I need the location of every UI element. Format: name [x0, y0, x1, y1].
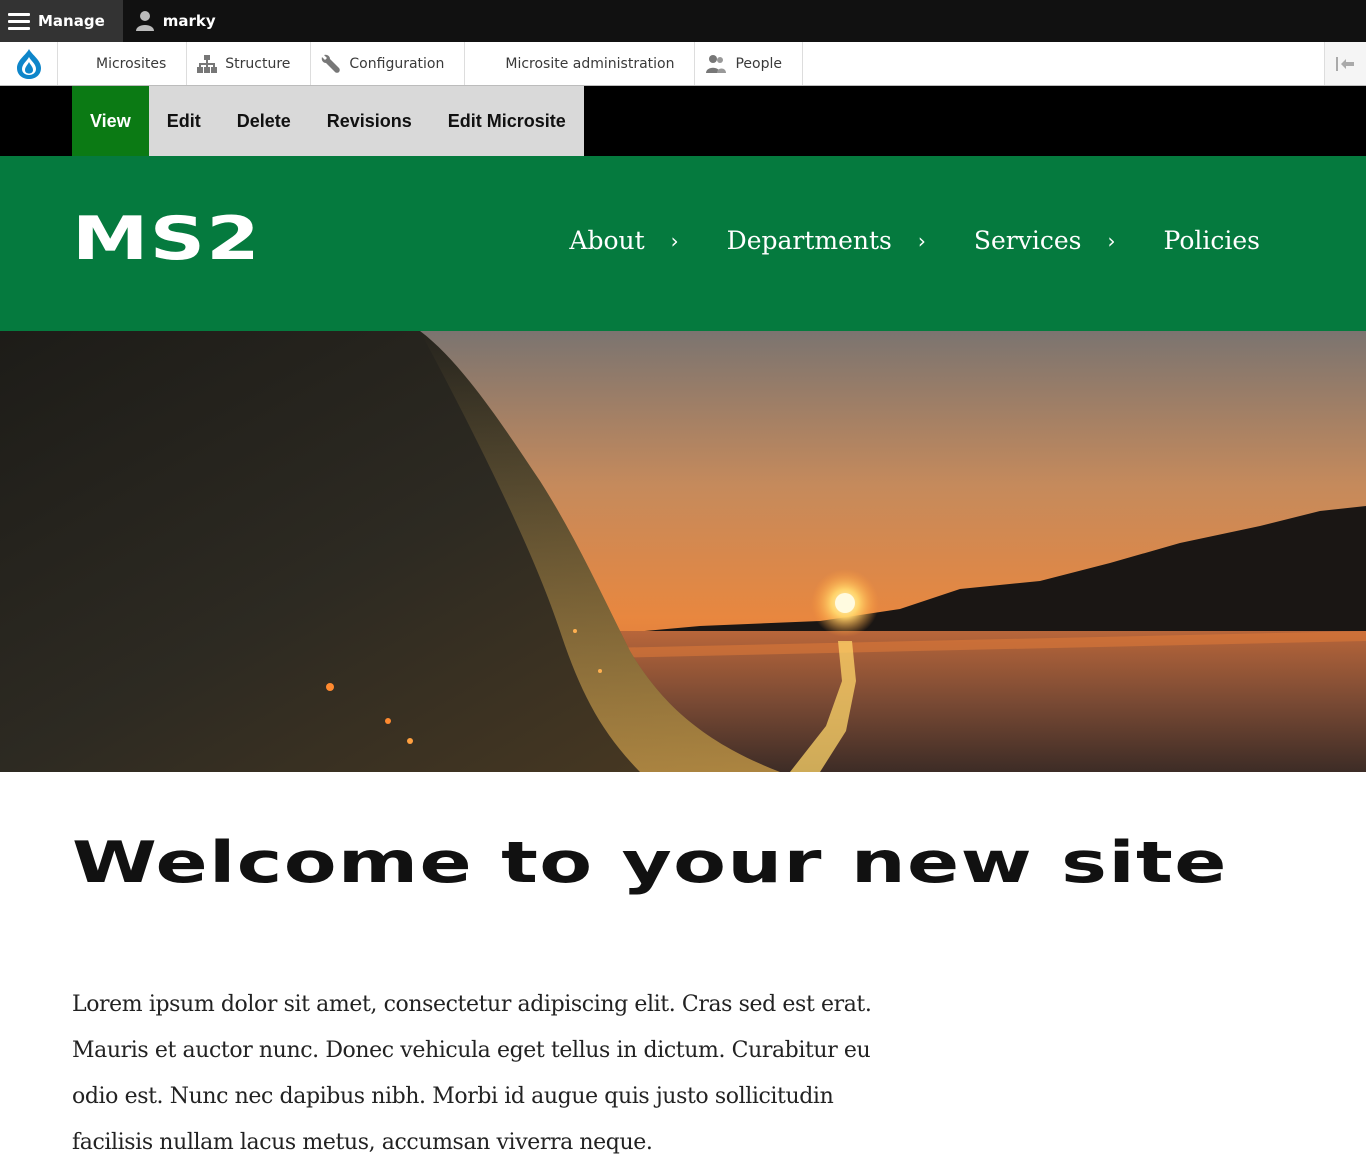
nav-item-label: Departments	[726, 226, 892, 255]
nav-item-departments[interactable]: Departments ›	[727, 226, 926, 255]
wrench-icon	[322, 54, 341, 73]
nav-item-about[interactable]: About ›	[569, 226, 678, 255]
nav-item-policies[interactable]: Policies	[1164, 226, 1260, 255]
drupal-logo-icon[interactable]	[0, 42, 58, 85]
nav-item-label: About	[569, 226, 645, 255]
manage-button[interactable]: Manage	[0, 0, 123, 42]
chevron-right-icon: ›	[670, 228, 679, 253]
tray-item-label: Configuration	[349, 55, 445, 72]
site-header: MS2 About › Departments › Services › Pol…	[0, 156, 1366, 331]
user-icon	[135, 11, 154, 31]
tray-item-label: People	[735, 55, 782, 72]
nav-item-label: Policies	[1163, 226, 1260, 255]
tray-item-configuration[interactable]: Configuration	[311, 42, 466, 85]
user-label: marky	[162, 12, 216, 30]
structure-icon	[197, 54, 218, 73]
tray-item-label: Microsites	[96, 55, 167, 72]
tray-item-people[interactable]: People	[695, 42, 803, 85]
tray-item-label: Structure	[225, 55, 291, 72]
sunset-wave-image	[0, 331, 1366, 772]
nav-item-label: Services	[973, 226, 1082, 255]
user-menu-button[interactable]: marky	[123, 0, 228, 42]
hamburger-icon	[8, 12, 30, 30]
people-icon	[706, 54, 727, 73]
admin-toolbar: Manage marky	[0, 0, 1366, 42]
chevron-right-icon: ›	[1107, 228, 1116, 253]
tab-view[interactable]: View	[72, 86, 149, 156]
tray-item-structure[interactable]: Structure	[187, 42, 312, 85]
collapse-arrow-icon	[1335, 56, 1354, 71]
tab-edit[interactable]: Edit	[149, 86, 219, 156]
hero-image	[0, 331, 1366, 772]
tab-edit-microsite[interactable]: Edit Microsite	[430, 86, 584, 156]
tray-item-microsite-administration[interactable]: Microsite administration	[465, 42, 696, 85]
tray-item-label: Microsite administration	[505, 55, 675, 72]
manage-label: Manage	[38, 12, 105, 30]
main-navigation: About › Departments › Services › Policie…	[569, 226, 1260, 255]
local-tasks: View Edit Delete Revisions Edit Microsit…	[72, 86, 584, 156]
site-name-logo[interactable]: MS2	[72, 204, 261, 274]
tray-item-microsites[interactable]: Microsites	[58, 42, 188, 85]
local-tasks-bar: View Edit Delete Revisions Edit Microsit…	[0, 86, 1366, 156]
admin-tray: Microsites Structure Configuration Micro…	[0, 42, 1366, 86]
nav-item-services[interactable]: Services ›	[974, 226, 1116, 255]
page-title: Welcome to your new site	[72, 830, 1228, 896]
body-text: Lorem ipsum dolor sit amet, consectetur …	[72, 992, 872, 1155]
tab-delete[interactable]: Delete	[219, 86, 309, 156]
collapse-tray-button[interactable]	[1324, 42, 1366, 85]
chevron-right-icon: ›	[917, 228, 926, 253]
tab-revisions[interactable]: Revisions	[309, 86, 430, 156]
